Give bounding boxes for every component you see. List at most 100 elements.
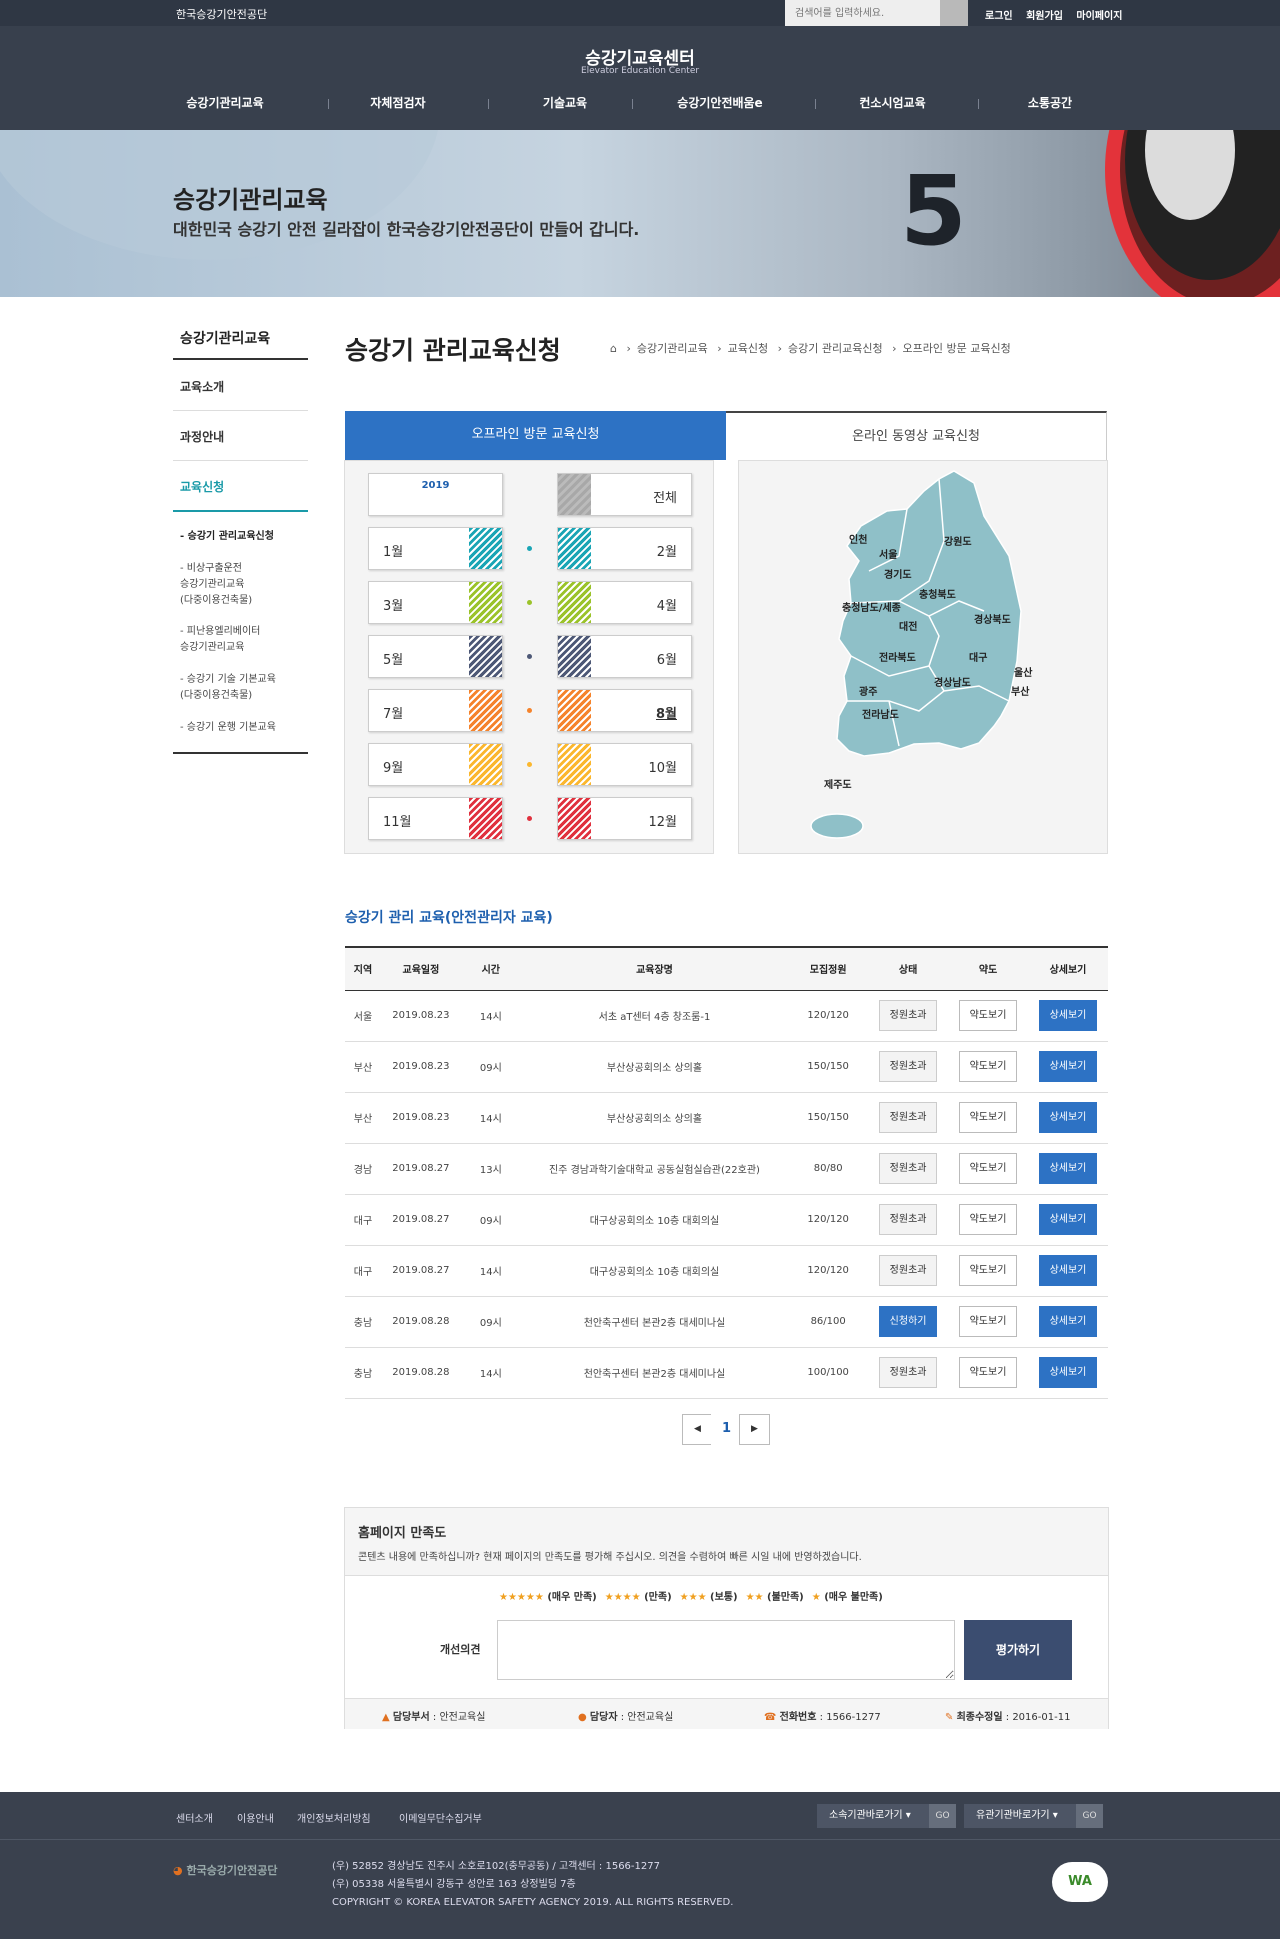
breadcrumb-item[interactable]: 승강기 관리교육신청 xyxy=(788,342,883,355)
map-region-label[interactable]: 부산 xyxy=(1011,683,1029,698)
lnb-item-apply[interactable]: 교육신청 xyxy=(180,478,224,495)
month-all[interactable]: 전체 xyxy=(557,473,692,516)
lnb-sub-apply[interactable]: - 승강기 관리교육신청 xyxy=(180,529,274,545)
map-region-label[interactable]: 충청북도 xyxy=(919,586,956,601)
map-region-label[interactable]: 충청남도/세종 xyxy=(842,599,901,614)
related-go-button[interactable]: GO xyxy=(1076,1804,1103,1828)
map-region-label[interactable]: 대구 xyxy=(969,649,987,664)
map-region-label[interactable]: 경상남도 xyxy=(934,674,971,689)
map-button[interactable]: 약도보기 xyxy=(959,1051,1018,1082)
map-region-label[interactable]: 경기도 xyxy=(884,566,912,581)
map-region-label[interactable]: 전라북도 xyxy=(879,649,916,664)
footer-link-email[interactable]: 이메일무단수집거부 xyxy=(399,1810,482,1825)
affiliate-go-button[interactable]: GO xyxy=(929,1804,956,1828)
related-select[interactable]: 유관기관바로가기 ▾ xyxy=(964,1804,1076,1828)
month-button[interactable]: 11월 xyxy=(368,797,503,840)
nav-item-consortium[interactable]: 컨소시엄교육 xyxy=(845,94,940,111)
map-button[interactable]: 약도보기 xyxy=(959,1204,1018,1235)
breadcrumb-item[interactable]: 교육신청 xyxy=(728,342,768,355)
rating-option[interactable]: ★ (매우 불만족) xyxy=(812,1592,883,1603)
status-button[interactable]: 정원초과 xyxy=(879,1255,938,1286)
nav-item-tech[interactable]: 기술교육 xyxy=(525,94,605,111)
home-icon[interactable]: ⌂ xyxy=(610,342,617,355)
status-button[interactable]: 정원초과 xyxy=(879,1204,938,1235)
prev-page-button[interactable]: ◀ xyxy=(682,1414,713,1445)
status-button[interactable]: 정원초과 xyxy=(879,1000,938,1031)
page-number-current[interactable]: 1 xyxy=(711,1414,742,1445)
month-button[interactable]: 8월 xyxy=(557,689,692,732)
detail-button[interactable]: 상세보기 xyxy=(1038,1204,1097,1235)
nav-item-community[interactable]: 소통공간 xyxy=(1010,94,1090,111)
month-button[interactable]: 2월 xyxy=(557,527,692,570)
lnb-sub-evacuation[interactable]: - 피난용엘리베이터 승강기관리교육 xyxy=(180,624,260,656)
rating-option[interactable]: ★★★★ (만족) xyxy=(605,1592,672,1603)
month-button[interactable]: 5월 xyxy=(368,635,503,678)
map-button[interactable]: 약도보기 xyxy=(959,1000,1018,1031)
map-region-label[interactable]: 서울 xyxy=(879,546,897,561)
month-button[interactable]: 10월 xyxy=(557,743,692,786)
detail-button[interactable]: 상세보기 xyxy=(1038,1153,1097,1184)
breadcrumb-item[interactable]: 승강기관리교육 xyxy=(637,342,708,355)
login-link[interactable]: 로그인 xyxy=(985,11,1013,22)
footer-link-privacy[interactable]: 개인정보처리방침 xyxy=(297,1810,371,1825)
map-button[interactable]: 약도보기 xyxy=(959,1102,1018,1133)
cell-detail: 상세보기 xyxy=(1027,1296,1108,1348)
map-region-label[interactable]: 광주 xyxy=(859,683,877,698)
status-button[interactable]: 정원초과 xyxy=(879,1153,938,1184)
next-page-button[interactable]: ▶ xyxy=(739,1414,770,1445)
detail-button[interactable]: 상세보기 xyxy=(1038,1000,1097,1031)
footer-link-guide[interactable]: 이용안내 xyxy=(237,1810,274,1825)
rating-option[interactable]: ★★ (불만족) xyxy=(746,1592,804,1603)
lnb-item-course[interactable]: 과정안내 xyxy=(180,428,224,445)
mypage-link[interactable]: 마이페이지 xyxy=(1076,11,1122,22)
detail-button[interactable]: 상세보기 xyxy=(1038,1102,1097,1133)
status-button[interactable]: 정원초과 xyxy=(879,1051,938,1082)
korea-map[interactable] xyxy=(739,461,1109,855)
map-button[interactable]: 약도보기 xyxy=(959,1306,1018,1337)
detail-button[interactable]: 상세보기 xyxy=(1038,1306,1097,1337)
opinion-textarea[interactable] xyxy=(497,1620,955,1680)
nav-item-elearning[interactable]: 승강기안전배움e xyxy=(660,94,780,111)
nav-item-management[interactable]: 승강기관리교육 xyxy=(170,94,280,111)
footer-link-about[interactable]: 센터소개 xyxy=(176,1810,213,1825)
map-region-label[interactable]: 강원도 xyxy=(944,533,972,548)
month-button[interactable]: 3월 xyxy=(368,581,503,624)
map-region-label[interactable]: 인천 xyxy=(849,531,867,546)
nav-item-self-inspector[interactable]: 자체점검자 xyxy=(358,94,438,111)
search-button[interactable] xyxy=(940,0,968,26)
affiliate-select[interactable]: 소속기관바로가기 ▾ xyxy=(817,1804,929,1828)
signup-link[interactable]: 회원가입 xyxy=(1026,11,1063,22)
map-region-label[interactable]: 대전 xyxy=(899,618,917,633)
status-button[interactable]: 정원초과 xyxy=(879,1102,938,1133)
month-button[interactable]: 4월 xyxy=(557,581,692,624)
search-input[interactable] xyxy=(785,0,940,26)
tab-offline[interactable]: 오프라인 방문 교육신청 xyxy=(345,411,726,460)
month-button[interactable]: 7월 xyxy=(368,689,503,732)
tab-online[interactable]: 온라인 동영상 교육신청 xyxy=(726,411,1107,460)
month-button[interactable]: 1월 xyxy=(368,527,503,570)
detail-button[interactable]: 상세보기 xyxy=(1038,1051,1097,1082)
map-button[interactable]: 약도보기 xyxy=(959,1255,1018,1286)
month-button[interactable]: 9월 xyxy=(368,743,503,786)
lnb-sub-operation-basic[interactable]: - 승강기 운행 기본교육 xyxy=(180,720,276,736)
lnb-item-intro[interactable]: 교육소개 xyxy=(180,378,224,395)
rating-option[interactable]: ★★★ (보통) xyxy=(680,1592,738,1603)
status-button[interactable]: 신청하기 xyxy=(879,1306,938,1337)
detail-button[interactable]: 상세보기 xyxy=(1038,1357,1097,1388)
month-button[interactable]: 12월 xyxy=(557,797,692,840)
map-button[interactable]: 약도보기 xyxy=(959,1153,1018,1184)
submit-rating-button[interactable]: 평가하기 xyxy=(964,1620,1072,1680)
map-region-label[interactable]: 제주도 xyxy=(824,776,852,791)
status-button[interactable]: 정원초과 xyxy=(879,1357,938,1388)
rating-option[interactable]: ★★★★★ (매우 만족) xyxy=(499,1592,597,1603)
lnb-sub-tech-basic[interactable]: - 승강기 기술 기본교육 (다중이용건축물) xyxy=(180,672,276,704)
month-button[interactable]: 6월 xyxy=(557,635,692,678)
year-box[interactable]: 2019 xyxy=(368,473,503,516)
map-button[interactable]: 약도보기 xyxy=(959,1357,1018,1388)
map-region-label[interactable]: 경상북도 xyxy=(974,611,1011,626)
map-region-label[interactable]: 울산 xyxy=(1014,664,1032,679)
lnb-sub-emergency[interactable]: - 비상구출운전 승강기관리교육 (다중이용건축물) xyxy=(180,561,252,609)
month-color-swatch xyxy=(469,690,502,731)
detail-button[interactable]: 상세보기 xyxy=(1038,1255,1097,1286)
map-region-label[interactable]: 전라남도 xyxy=(862,706,899,721)
